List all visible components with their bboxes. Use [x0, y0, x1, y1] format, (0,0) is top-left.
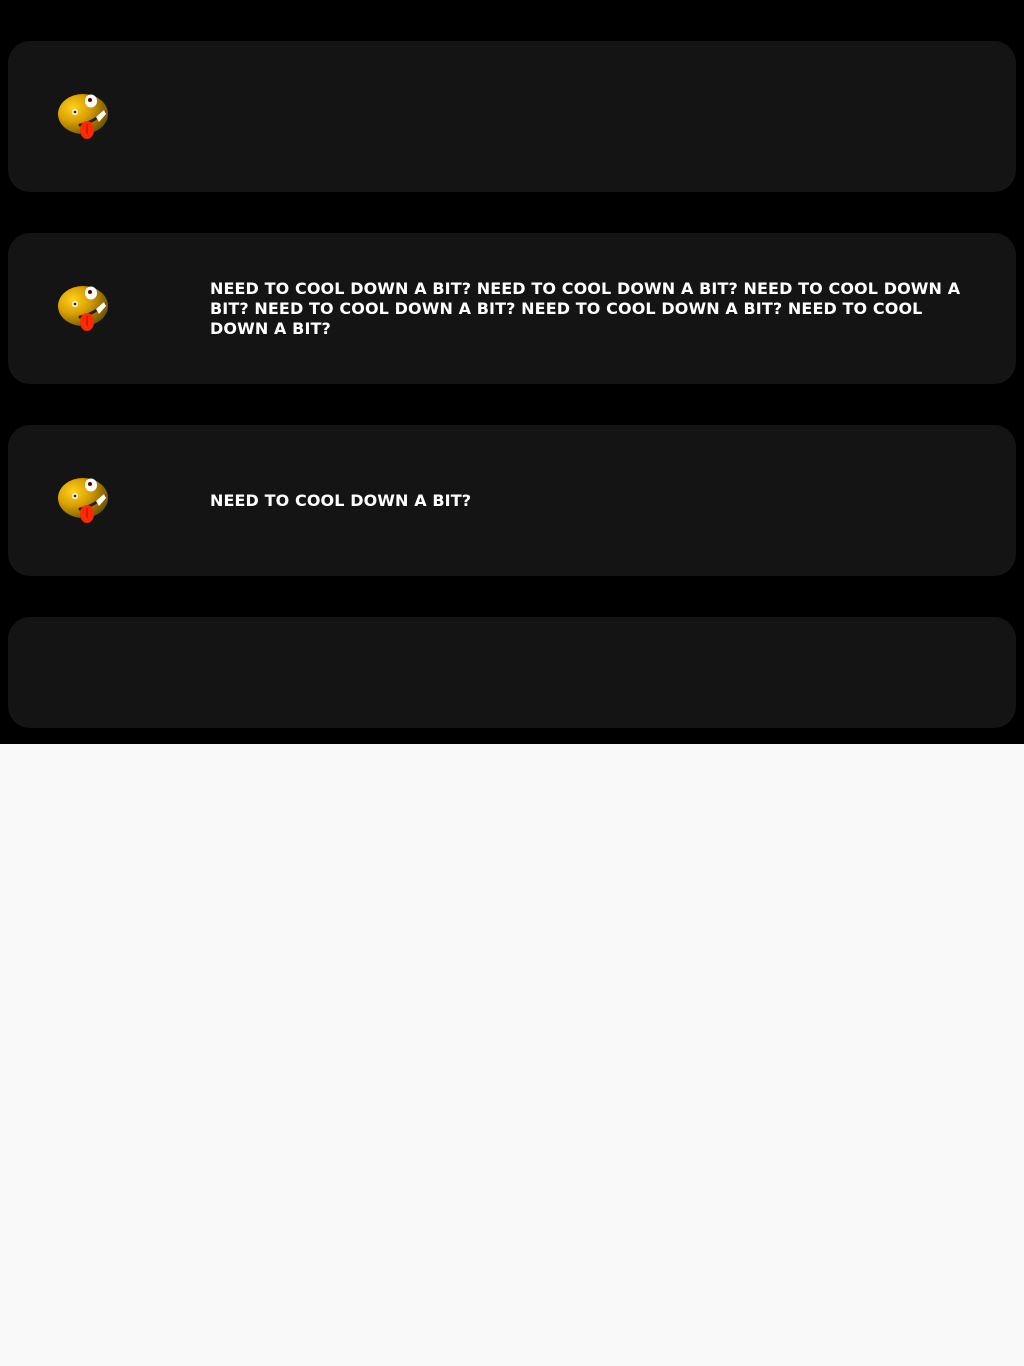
zany-face-icon [56, 476, 112, 526]
message-card[interactable]: NEED TO COOL DOWN A BIT? [8, 425, 1016, 576]
zany-face-icon [56, 92, 112, 142]
message-card[interactable] [8, 41, 1016, 192]
zany-face-icon [56, 284, 112, 334]
blank-content-area [0, 744, 1024, 1366]
message-feed: NEED TO COOL DOWN A BIT? NEED TO COOL DO… [0, 0, 1024, 744]
message-card-empty[interactable] [8, 617, 1016, 728]
message-card[interactable]: NEED TO COOL DOWN A BIT? NEED TO COOL DO… [8, 233, 1016, 384]
message-text: NEED TO COOL DOWN A BIT? [210, 490, 472, 510]
message-text: NEED TO COOL DOWN A BIT? NEED TO COOL DO… [210, 278, 961, 338]
